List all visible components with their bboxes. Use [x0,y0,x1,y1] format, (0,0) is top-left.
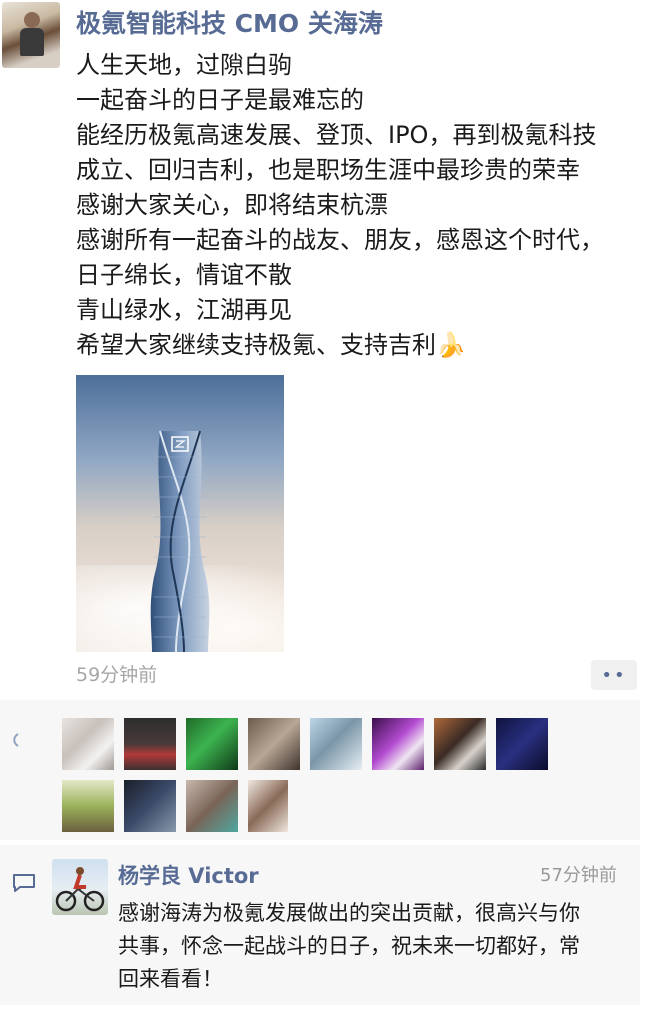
post-line: 成立、回归吉利，也是职场生涯中最珍贵的荣幸 [76,156,580,184]
comment-icon [13,874,35,892]
post-line: 青山绿水，江湖再见 [76,296,292,324]
more-options-button[interactable]: •• [591,660,637,690]
liker-avatar[interactable] [248,718,300,770]
post-line-text: 希望大家继续支持极氪、支持吉利 [76,331,436,359]
post-time: 59分钟前 [76,664,158,686]
comment-text[interactable]: 感谢海涛为极氪发展做出的突出贡献，很高兴与你 共事，怀念一起战斗的日子，祝未来一… [118,897,638,996]
liker-avatar[interactable] [124,780,176,832]
post-author-name[interactable]: 极氪智能科技 CMO 关海涛 [76,6,383,42]
likes-panel [0,700,640,840]
post-line: 希望大家继续支持极氪、支持吉利🍌 [76,328,651,363]
liker-avatar[interactable] [434,718,486,770]
post-line: 日子绵长，情谊不散 [76,261,292,289]
comment-line: 感谢海涛为极氪发展做出的突出贡献，很高兴与你 [118,901,580,925]
liker-avatar[interactable] [186,780,238,832]
heart-outline-icon [13,733,19,747]
post-text: 人生天地，过隙白驹 一起奋斗的日子是最难忘的 能经历极氪高速发展、登顶、IPO，… [76,48,651,363]
cyclist-icon [55,867,105,912]
liker-avatar[interactable] [372,718,424,770]
comment-line: 共事，怀念一起战斗的日子，祝未来一切都好，常 [118,934,580,958]
banana-emoji: 🍌 [436,331,466,359]
post-line: 一起奋斗的日子是最难忘的 [76,86,364,114]
post-line: 感谢大家关心，即将结束杭漂 [76,191,388,219]
liker-avatar[interactable] [186,718,238,770]
liker-avatar[interactable] [310,718,362,770]
more-dots-icon: •• [601,664,627,686]
liker-avatar[interactable] [496,718,548,770]
avatar-head [24,12,40,28]
liker-avatar[interactable] [248,780,288,832]
liker-avatar[interactable] [124,718,176,770]
commenter-avatar[interactable] [52,859,108,915]
tower-photo[interactable] [76,375,284,652]
tower-building [150,430,210,652]
post-line: 感谢所有一起奋斗的战友、朋友，感恩这个时代， [76,226,604,254]
commenter-name[interactable]: 杨学良 Victor [118,861,259,891]
liker-avatar[interactable] [62,718,114,770]
comment-line: 回来看看！ [118,967,223,991]
post-line: 能经历极氪高速发展、登顶、IPO，再到极氪科技 [76,121,597,149]
author-avatar[interactable] [2,2,60,68]
comments-panel: 杨学良 Victor 57分钟前 感谢海涛为极氪发展做出的突出贡献，很高兴与你 … [0,845,640,1005]
comment-time: 57分钟前 [540,865,617,886]
liker-avatar[interactable] [62,780,114,832]
post-line: 人生天地，过隙白驹 [76,51,292,79]
avatar-body [20,28,44,56]
